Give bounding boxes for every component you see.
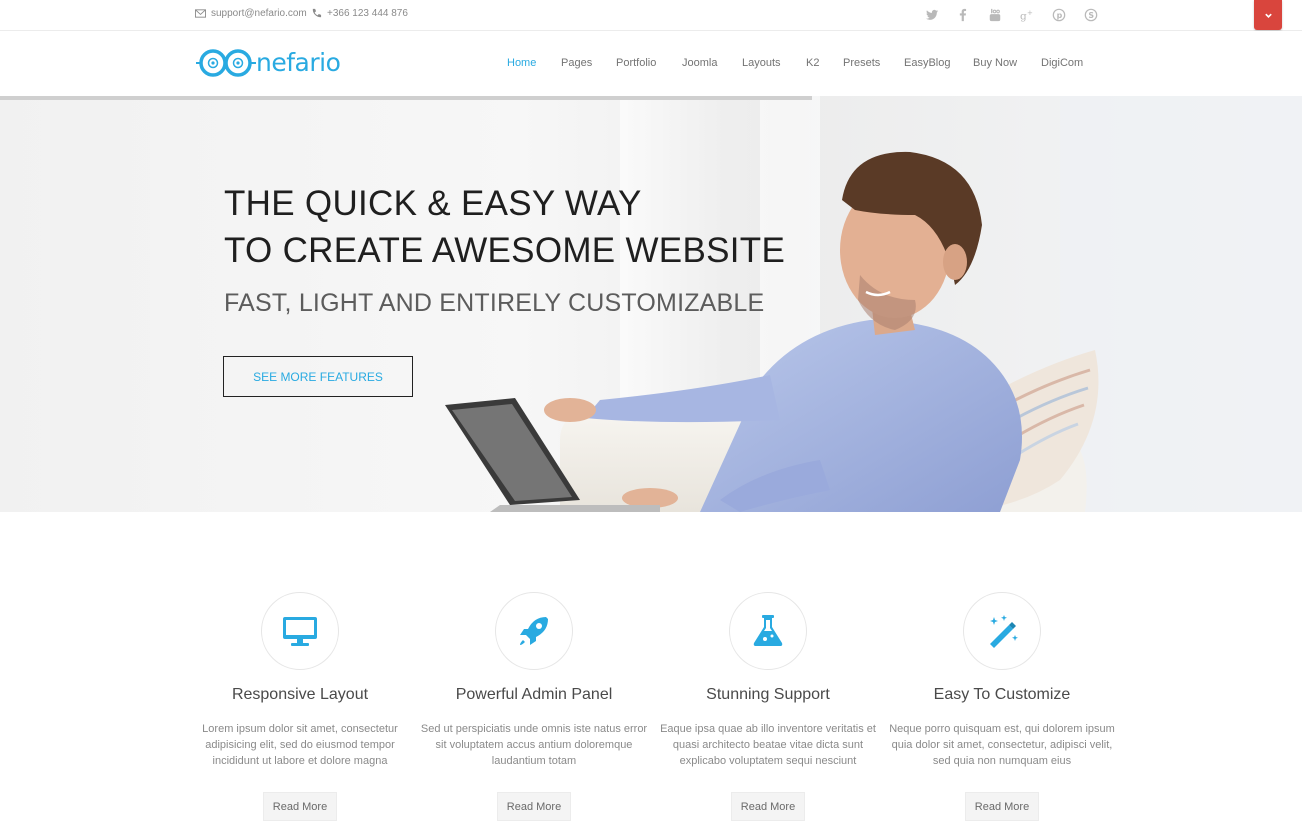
rocket-icon: [520, 617, 548, 645]
pinterest-icon[interactable]: p: [1051, 7, 1067, 23]
feature-text: Lorem ipsum dolor sit amet, consectetur …: [202, 723, 398, 767]
nav-layouts[interactable]: Layouts: [742, 57, 781, 69]
feature-icon-circle: [261, 592, 339, 670]
svg-text:p: p: [1057, 11, 1063, 20]
nav-pages[interactable]: Pages: [561, 57, 592, 69]
facebook-icon[interactable]: [955, 7, 971, 23]
feature-title: Powerful Admin Panel: [455, 686, 613, 703]
nav-buy-now[interactable]: Buy Now: [973, 57, 1017, 69]
feature-text: Eaque ipsa quae ab illo inventore verita…: [660, 723, 876, 767]
top-panel-toggle-button[interactable]: [1254, 0, 1282, 30]
nefario-logo: nefario: [196, 48, 341, 77]
phone-text: +366 123 444 876: [327, 8, 408, 19]
site-logo[interactable]: nefario: [196, 46, 371, 80]
email-text: support@nefario.com: [211, 8, 307, 19]
site-header: nefario Home Pages Portfolio Joomla Layo…: [0, 31, 1302, 96]
top-bar: support@nefario.com +366 123 444 876 g + …: [0, 0, 1302, 31]
read-more-button[interactable]: Read More: [965, 792, 1039, 821]
feature-text: Sed ut perspiciatis unde omnis iste natu…: [420, 723, 648, 767]
magic-wand-icon: [990, 615, 1018, 648]
read-more-button[interactable]: Read More: [263, 792, 337, 821]
see-more-features-button[interactable]: SEE MORE FEATURES: [223, 356, 413, 397]
hero-title-line-2: TO CREATE AWESOME WEBSITE: [224, 231, 786, 270]
hero-title: THE QUICK & EASY WAY TO CREATE AWESOME W…: [224, 180, 785, 274]
nav-presets[interactable]: Presets: [843, 57, 880, 69]
nav-k2[interactable]: K2: [806, 57, 819, 69]
hero-title-line-1: THE QUICK & EASY WAY: [224, 184, 642, 223]
desktop-icon: [283, 617, 317, 646]
logo-text: nefario: [256, 48, 340, 77]
google-plus-icon[interactable]: g +: [1019, 7, 1035, 23]
phone-icon: [312, 8, 322, 18]
read-more-button[interactable]: Read More: [497, 792, 571, 821]
slider-progress-bar: [0, 96, 812, 100]
svg-text:+: +: [1027, 9, 1033, 17]
feature-icon-circle: [729, 592, 807, 670]
flask-icon: [753, 615, 783, 646]
nav-joomla[interactable]: Joomla: [682, 57, 717, 69]
nav-home[interactable]: Home: [507, 57, 536, 69]
feature-icon-circle: [963, 592, 1041, 670]
read-more-button[interactable]: Read More: [731, 792, 805, 821]
svg-text:S: S: [1088, 11, 1094, 20]
feature-text: Neque porro quisquam est, qui dolorem ip…: [889, 723, 1115, 767]
email-contact[interactable]: support@nefario.com: [195, 8, 307, 19]
feature-title: Responsive Layout: [231, 686, 369, 703]
svg-text:g: g: [1020, 10, 1027, 22]
feature-icon-circle: [495, 592, 573, 670]
nav-easyblog[interactable]: EasyBlog: [904, 57, 950, 69]
chevron-down-icon: [1264, 13, 1272, 18]
nav-portfolio[interactable]: Portfolio: [616, 57, 656, 69]
nav-digicom[interactable]: DigiCom: [1041, 57, 1083, 69]
twitter-icon[interactable]: [924, 7, 940, 23]
skype-icon[interactable]: S: [1083, 7, 1099, 23]
hero-subtitle: FAST, LIGHT AND ENTIRELY CUSTOMIZABLE: [224, 289, 765, 317]
phone-contact[interactable]: +366 123 444 876: [311, 8, 408, 19]
envelope-icon: [195, 9, 206, 18]
feature-title: Stunning Support: [706, 686, 830, 703]
feature-title: Easy To Customize: [933, 686, 1071, 703]
youtube-icon[interactable]: [987, 7, 1003, 23]
